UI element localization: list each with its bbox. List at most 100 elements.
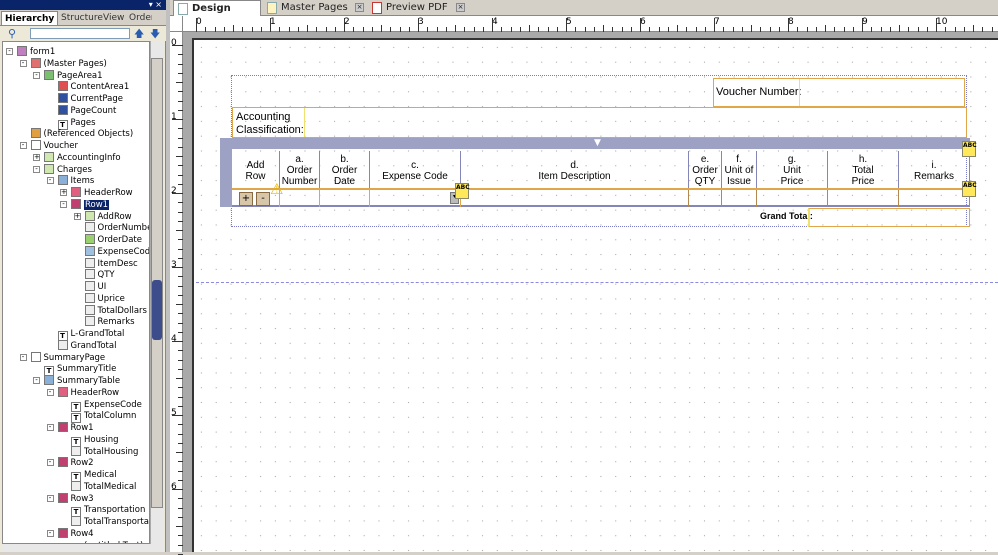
row-cell[interactable] [320,190,370,207]
expand-icon[interactable]: + [33,153,40,161]
search-input[interactable] [30,28,130,39]
tree-horizontal-scrollbar[interactable] [2,544,164,552]
tree-item[interactable]: - Row2 [46,457,94,469]
tree-item[interactable]: - Row4 [46,527,94,540]
tree-item[interactable]: - Items [46,175,94,187]
row-cell[interactable] [370,190,461,207]
voucher-number-field[interactable]: Voucher Number: [713,78,965,107]
tree-item[interactable]: Uprice [84,292,125,305]
remove-row-button[interactable]: - [256,192,270,206]
tree-item[interactable]: TotalDollars [84,304,147,317]
tree-item[interactable]: T ExpenseCode [71,399,142,412]
header-row[interactable]: Add Row a. Order Number b. Order Date c. Expense … [232,149,970,190]
tree-item[interactable]: - Row1 [60,198,110,211]
tree-item[interactable]: T Transportation [71,504,145,518]
tree-item[interactable]: - Row1 [46,422,94,434]
tree-item[interactable]: - PageArea1 [33,69,103,82]
column-header[interactable]: i. Remarks [899,151,970,188]
collapse-icon[interactable]: - [6,48,13,55]
chevron-down-icon[interactable]: ▼ [594,138,601,148]
tree-item[interactable]: CurrentPage [57,93,123,105]
tab-master-pages[interactable]: Master Pages × [263,0,368,16]
collapse-icon[interactable]: - [60,200,67,208]
accounting-classification-field[interactable]: Accounting Classification: [232,107,967,138]
tree-item[interactable]: - Row3 [46,492,94,505]
collapse-icon[interactable]: - [46,177,54,185]
tree-item[interactable]: QTY [84,269,115,281]
tree-item[interactable]: T L-GrandTotal [57,328,124,341]
tree-item[interactable]: T Medical [71,469,117,482]
column-header[interactable]: b. Order Date [320,151,370,188]
row-handle-bar[interactable] [220,149,232,207]
row-cell[interactable] [722,190,757,207]
tree-item[interactable]: T TotalColumn [71,410,136,424]
row-cell[interactable] [461,190,689,207]
column-header[interactable]: e. Order QTY [689,151,722,188]
tree-item[interactable]: - Voucher [19,140,78,152]
column-header[interactable]: f. Unit of Issue [722,151,757,188]
tree-item[interactable]: - form1 [6,46,55,58]
tree-item[interactable]: - (Master Pages) [19,57,107,70]
tree-item[interactable]: TotalTransportat [71,516,149,528]
tab-order[interactable]: Order [126,11,152,25]
expand-icon[interactable]: + [73,212,81,220]
table-column-handle-bar[interactable]: ▼ [220,138,970,149]
close-icon[interactable]: × [355,3,364,12]
collapse-icon[interactable]: - [46,529,54,537]
panel-title-bar[interactable]: ▾ × [0,0,166,10]
row-cell[interactable] [280,190,320,207]
tree-item[interactable]: - HeaderRow [46,386,119,399]
collapse-icon[interactable]: - [19,142,27,149]
row-cell[interactable] [899,190,970,207]
tree-item[interactable]: GrandTotal [57,339,116,352]
tree-item[interactable]: + AccountingInfo [33,151,121,164]
column-header[interactable]: a. Order Number [280,151,320,188]
column-header[interactable]: g. Unit Price [757,151,828,188]
collapse-icon[interactable]: - [19,59,27,67]
tab-design-view[interactable]: Design View [173,0,261,29]
tree-item[interactable]: TotalMedical [71,480,136,493]
collapse-icon[interactable]: - [33,165,40,173]
row-cell[interactable] [689,190,722,207]
tree-item[interactable]: - Charges [33,163,92,176]
tree-item[interactable]: T SummaryTitle [44,363,116,377]
tab-hierarchy[interactable]: Hierarchy [1,11,59,25]
tree-item[interactable]: - SummaryPage [19,351,105,364]
data-row[interactable] [232,190,970,207]
tree-item[interactable]: ContentArea1 [57,81,129,93]
collapse-icon[interactable]: - [46,459,54,467]
tree-item[interactable]: T Housing [71,434,119,447]
column-header[interactable]: d. Item Description [461,151,689,188]
tree-item[interactable]: OrderNumbe [84,222,149,234]
tree-item[interactable]: ItemDesc [84,257,138,270]
tree-item[interactable]: + AddRow [73,210,132,223]
tree-item[interactable]: - SummaryTable [33,375,120,387]
add-row-button[interactable]: + [239,192,253,206]
expand-icon[interactable]: + [60,189,67,196]
column-header[interactable]: h. Total Price [828,151,899,188]
collapse-icon[interactable]: - [33,71,40,79]
collapse-icon[interactable]: - [33,377,40,384]
collapse-icon[interactable]: - [46,424,54,431]
tab-view[interactable]: View [100,11,126,25]
splitter-grip[interactable] [152,280,162,340]
close-icon[interactable]: × [456,3,465,12]
tree-item[interactable]: + HeaderRow [60,187,133,199]
tree-item[interactable]: T Pages [57,117,96,130]
row-cell[interactable] [757,190,828,207]
search-icon[interactable]: ⚲ [8,27,16,40]
row-cell[interactable] [828,190,899,207]
tree-item[interactable]: PageCount [57,104,116,117]
tab-structure[interactable]: Structure [58,11,106,25]
tree-item[interactable]: UI [84,281,106,293]
tree-item[interactable]: ExpenseCod [84,245,149,258]
tree-item[interactable]: Remarks [84,316,135,328]
tree-item[interactable]: (Referenced Objects) [30,128,133,140]
grand-total-field[interactable] [808,208,970,227]
tab-preview-pdf[interactable]: Preview PDF × [368,0,468,16]
tree-item[interactable]: TotalHousing [71,445,138,458]
tree-item[interactable]: OrderDate [84,234,142,246]
collapse-icon[interactable]: - [46,388,54,396]
column-header[interactable]: c. Expense Code [370,151,461,188]
collapse-icon[interactable]: - [46,494,54,502]
